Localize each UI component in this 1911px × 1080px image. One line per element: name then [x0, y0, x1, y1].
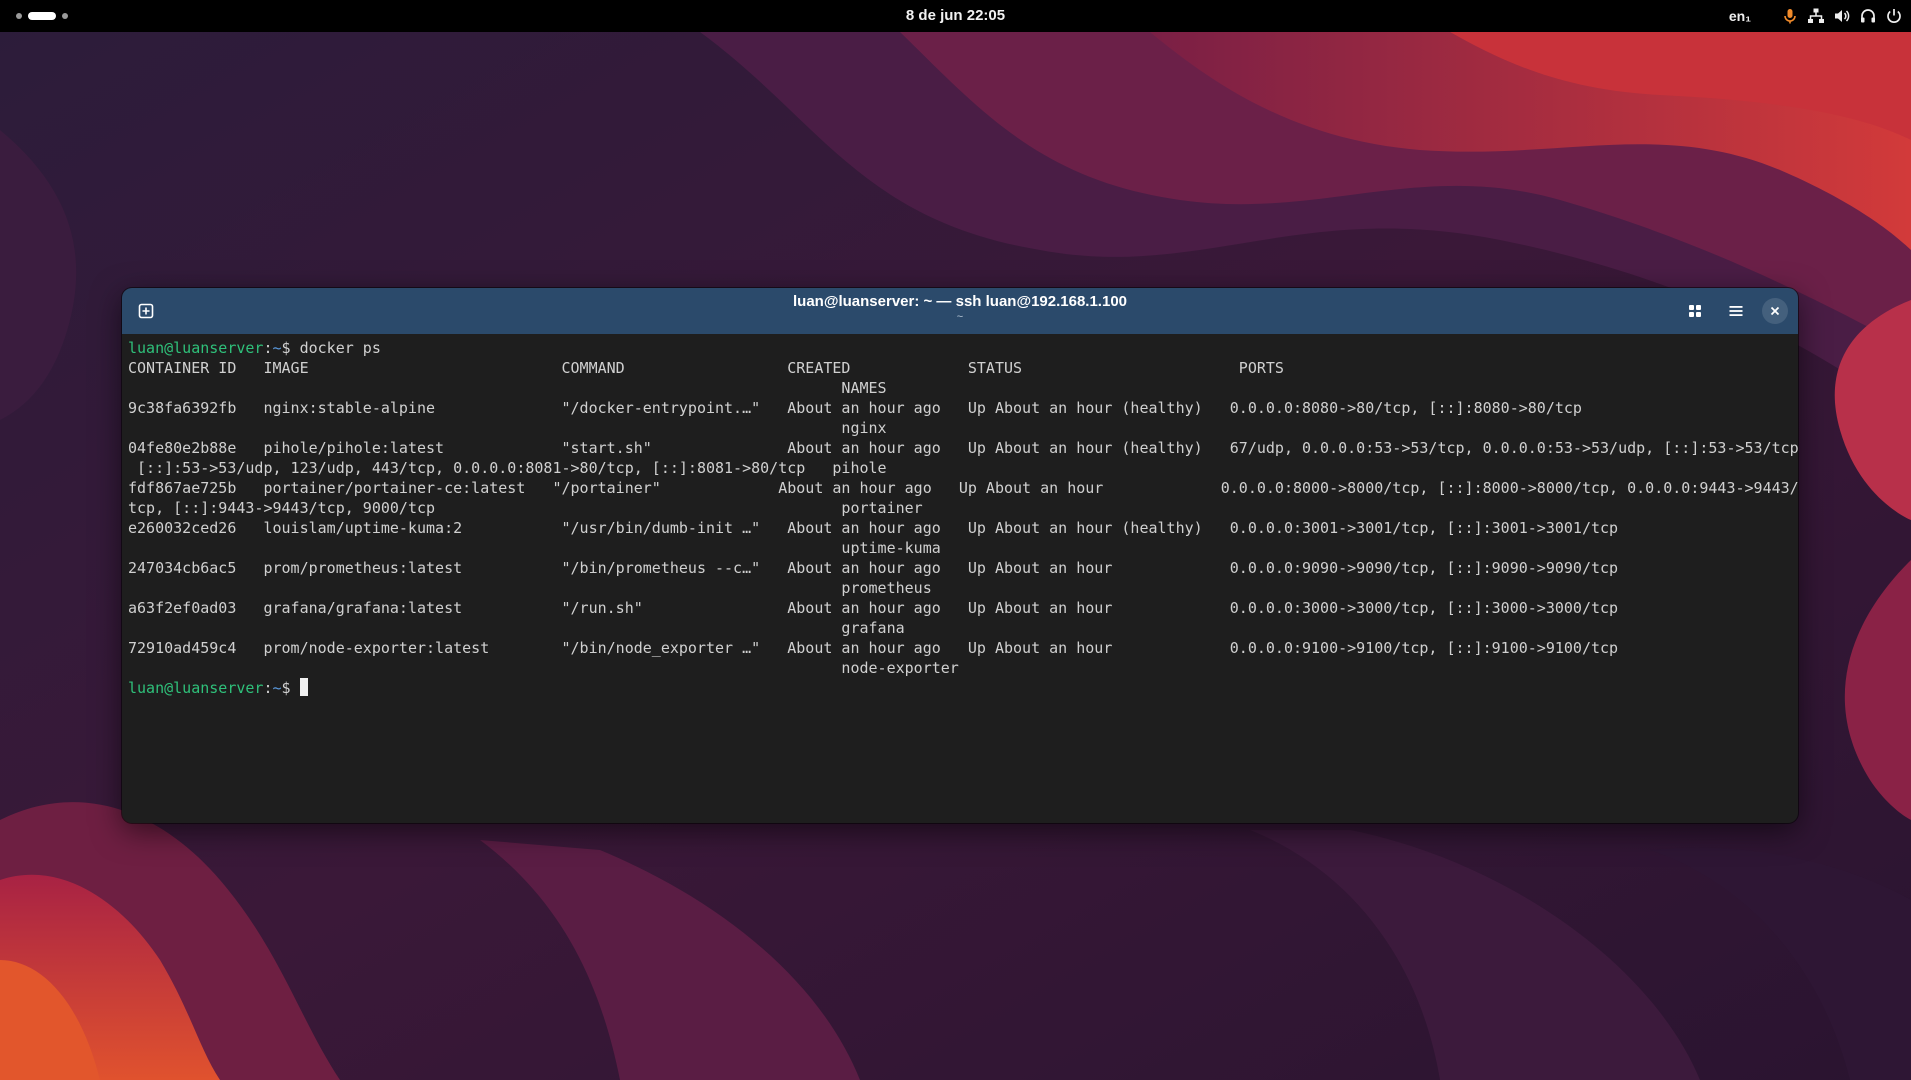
- text-cursor: [299, 678, 308, 696]
- close-button[interactable]: [1762, 298, 1788, 324]
- headset-icon: [1861, 9, 1875, 23]
- workspace-indicator-active: [28, 12, 56, 20]
- keyboard-layout-indicator[interactable]: en₁: [1729, 8, 1751, 24]
- prompt-user-host: luan@luanserver: [128, 679, 264, 697]
- container-row: fdf867ae725b portainer/portainer-ce:late…: [128, 479, 1798, 497]
- clock[interactable]: 8 de jun 22:05: [906, 7, 1005, 24]
- prompt-path: ~: [272, 679, 282, 697]
- volume-icon: [1835, 10, 1850, 22]
- prompt-separator: :: [263, 679, 273, 697]
- window-title: luan@luanserver: ~ — ssh luan@192.168.1.…: [793, 293, 1127, 310]
- network-icon: [1808, 8, 1824, 23]
- window-subtitle: ~: [956, 311, 964, 323]
- container-row: uptime-kuma: [128, 539, 941, 557]
- main-menu-button[interactable]: [1722, 297, 1750, 325]
- hamburger-menu-icon: [1729, 306, 1743, 316]
- table-header-line: CONTAINER ID IMAGE COMMAND CREATED STATU…: [128, 359, 1284, 377]
- terminal-window[interactable]: luan@luanserver: ~ — ssh luan@192.168.1.…: [122, 288, 1798, 823]
- prompt-path: ~: [272, 339, 282, 357]
- system-tray[interactable]: en₁: [1729, 0, 1903, 32]
- new-tab-button[interactable]: [132, 297, 160, 325]
- container-row: [::]:53->53/udp, 123/udp, 443/tcp, 0.0.0…: [128, 459, 887, 477]
- activities-button[interactable]: [16, 11, 68, 21]
- container-row: prometheus: [128, 579, 932, 597]
- command-text: docker ps: [299, 339, 381, 357]
- container-row: tcp, [::]:9443->9443/tcp, 9000/tcp porta…: [128, 499, 923, 517]
- container-row: 9c38fa6392fb nginx:stable-alpine "/docke…: [128, 399, 1582, 417]
- prompt-user-host: luan@luanserver: [128, 339, 264, 357]
- workspace-indicator: [62, 13, 68, 19]
- container-row: node-exporter: [128, 659, 959, 677]
- container-row: nginx: [128, 419, 887, 437]
- prompt-separator: :: [263, 339, 273, 357]
- workspace-indicator: [16, 13, 22, 19]
- prompt-symbol: $: [281, 679, 300, 697]
- container-row: 247034cb6ac5 prom/prometheus:latest "/bi…: [128, 559, 1619, 577]
- power-icon: [1887, 9, 1901, 23]
- new-tab-icon: [138, 303, 154, 319]
- container-row: 72910ad459c4 prom/node-exporter:latest "…: [128, 639, 1619, 657]
- top-bar: 8 de jun 22:05 en₁: [0, 0, 1911, 32]
- prompt-line[interactable]: luan@luanserver:~$: [128, 678, 308, 698]
- container-row: grafana: [128, 619, 905, 637]
- table-header-line: NAMES: [128, 379, 887, 397]
- container-row: 04fe80e2b88e pihole/pihole:latest "start…: [128, 439, 1798, 457]
- grid-icon: [1689, 305, 1701, 317]
- tab-overview-button[interactable]: [1681, 297, 1709, 325]
- container-row: e260032ced26 louislam/uptime-kuma:2 "/us…: [128, 519, 1619, 537]
- container-row: a63f2ef0ad03 grafana/grafana:latest "/ru…: [128, 599, 1619, 617]
- terminal-headerbar[interactable]: luan@luanserver: ~ — ssh luan@192.168.1.…: [122, 288, 1798, 334]
- microphone-icon: [1784, 9, 1796, 24]
- close-icon: [1770, 306, 1780, 316]
- prompt-symbol: $: [281, 339, 300, 357]
- command-line: luan@luanserver:~$ docker ps: [128, 338, 381, 358]
- terminal-output[interactable]: luan@luanserver:~$ docker ps CONTAINER I…: [128, 338, 1798, 818]
